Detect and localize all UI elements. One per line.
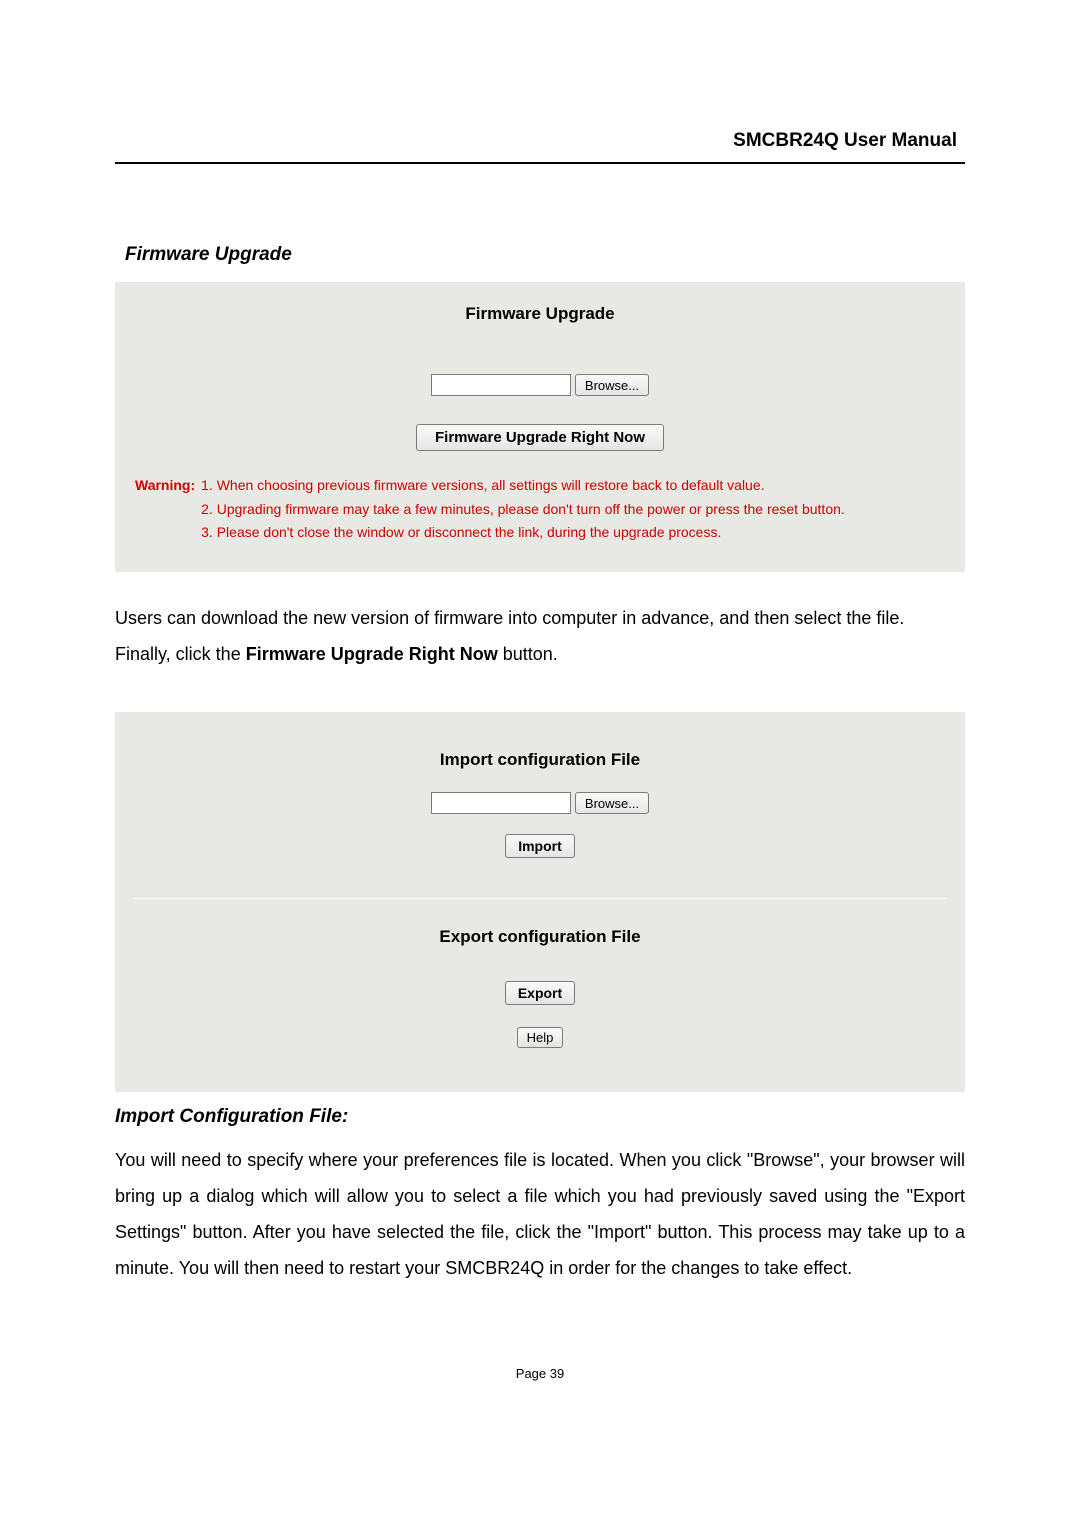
firmware-file-row: Browse... bbox=[133, 374, 947, 396]
import-config-title: Import configuration File bbox=[133, 750, 947, 770]
warning-line-2: 2. Upgrading firmware may take a few min… bbox=[201, 499, 845, 521]
firmware-warning-block: Warning: 1. When choosing previous firmw… bbox=[133, 473, 947, 546]
export-button[interactable]: Export bbox=[505, 981, 575, 1005]
import-button[interactable]: Import bbox=[505, 834, 575, 858]
body1-bold: Firmware Upgrade Right Now bbox=[246, 644, 498, 664]
import-export-panel: Import configuration File Browse... Impo… bbox=[115, 712, 965, 1092]
warning-line-3: 3. Please don't close the window or disc… bbox=[201, 522, 845, 544]
manual-header-title: SMCBR24Q User Manual bbox=[115, 130, 965, 152]
export-config-title: Export configuration File bbox=[133, 927, 947, 947]
firmware-file-input[interactable] bbox=[431, 374, 571, 396]
warning-line-1: 1. When choosing previous firmware versi… bbox=[201, 475, 845, 497]
firmware-panel-title: Firmware Upgrade bbox=[133, 304, 947, 324]
firmware-browse-button[interactable]: Browse... bbox=[575, 374, 649, 396]
firmware-upgrade-panel: Firmware Upgrade Browse... Firmware Upgr… bbox=[115, 282, 965, 572]
import-config-paragraph: You will need to specify where your pref… bbox=[115, 1142, 965, 1286]
firmware-upgrade-button[interactable]: Firmware Upgrade Right Now bbox=[416, 424, 664, 451]
firmware-upgrade-heading: Firmware Upgrade bbox=[125, 244, 965, 266]
body1-post: button. bbox=[498, 644, 558, 664]
import-file-input[interactable] bbox=[431, 792, 571, 814]
import-config-heading-text: Import Configuration File bbox=[115, 1106, 342, 1127]
import-browse-button[interactable]: Browse... bbox=[575, 792, 649, 814]
help-button[interactable]: Help bbox=[517, 1027, 564, 1048]
import-config-heading-colon: : bbox=[342, 1106, 348, 1127]
header-divider bbox=[115, 162, 965, 164]
warning-label: Warning: bbox=[135, 475, 199, 497]
page-footer: Page 39 bbox=[115, 1366, 965, 1381]
firmware-description-paragraph: Users can download the new version of fi… bbox=[115, 600, 965, 672]
import-config-heading: Import Configuration File: bbox=[115, 1106, 965, 1128]
import-export-divider bbox=[133, 898, 947, 899]
